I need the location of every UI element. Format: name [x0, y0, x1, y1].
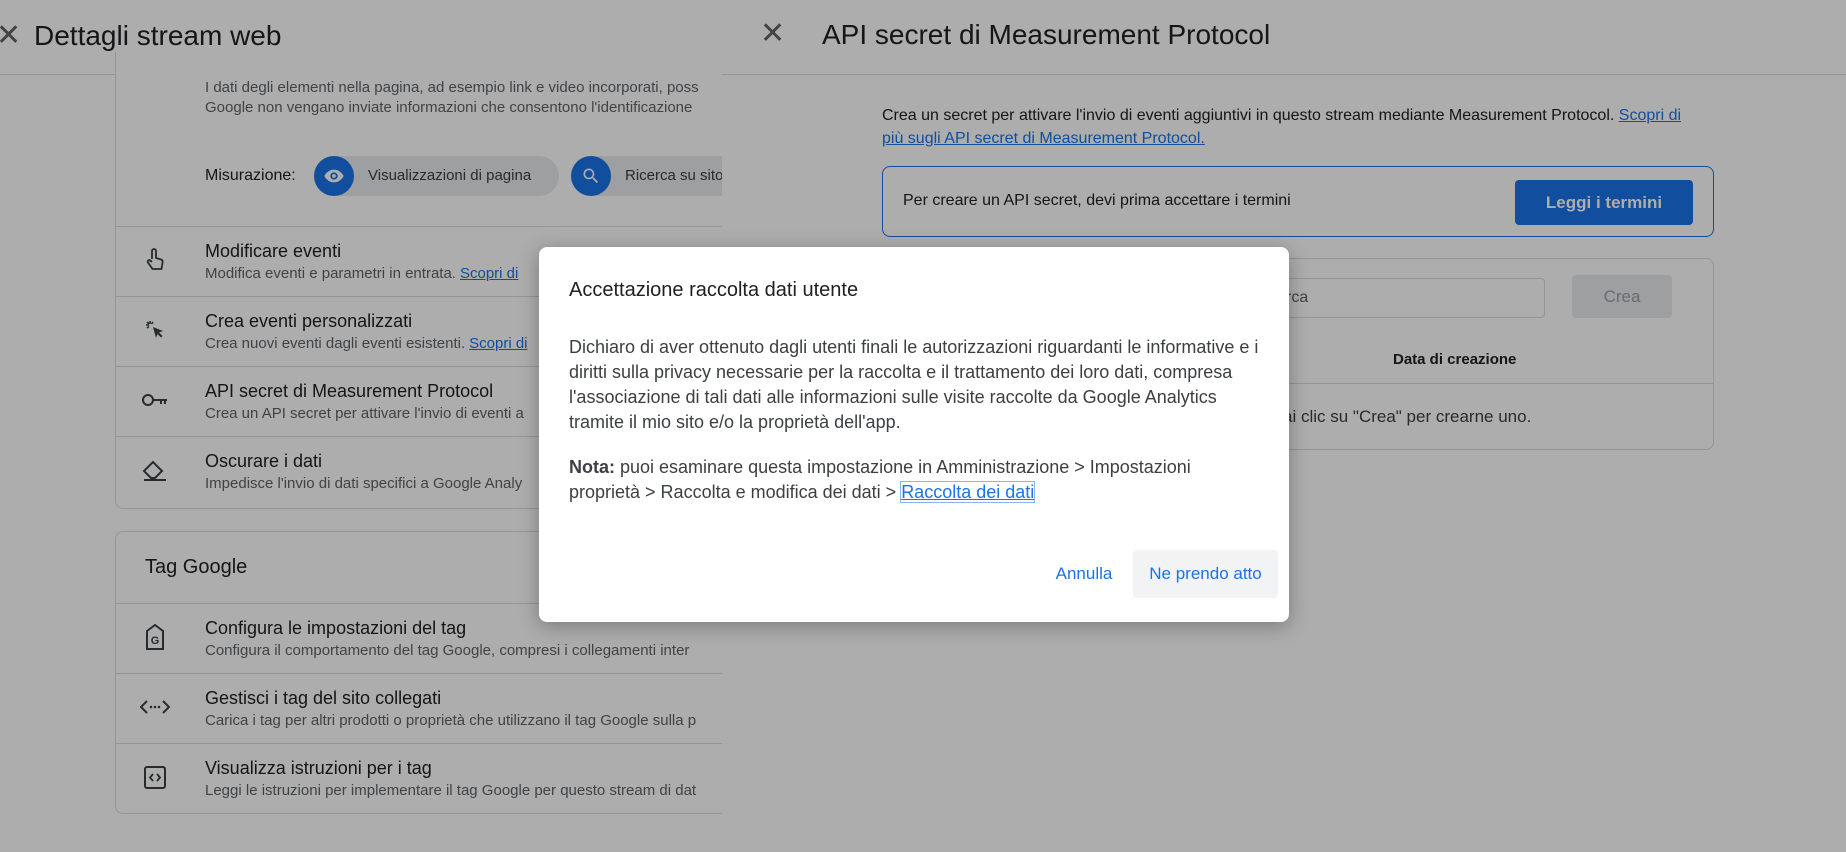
- acknowledge-button[interactable]: Ne prendo atto: [1133, 550, 1278, 598]
- user-data-collection-dialog: Accettazione raccolta dati utente Dichia…: [539, 247, 1289, 622]
- dialog-note: Nota: puoi esaminare questa impostazione…: [569, 455, 1259, 505]
- dialog-title: Accettazione raccolta dati utente: [569, 279, 859, 301]
- data-collection-link[interactable]: Raccolta dei dati: [900, 481, 1036, 503]
- dialog-body: Dichiaro di aver ottenuto dagli utenti f…: [569, 337, 1259, 432]
- note-label: Nota:: [569, 457, 615, 477]
- cancel-button[interactable]: Annulla: [1044, 555, 1124, 593]
- note-text: puoi esaminare questa impostazione in Am…: [569, 457, 1191, 502]
